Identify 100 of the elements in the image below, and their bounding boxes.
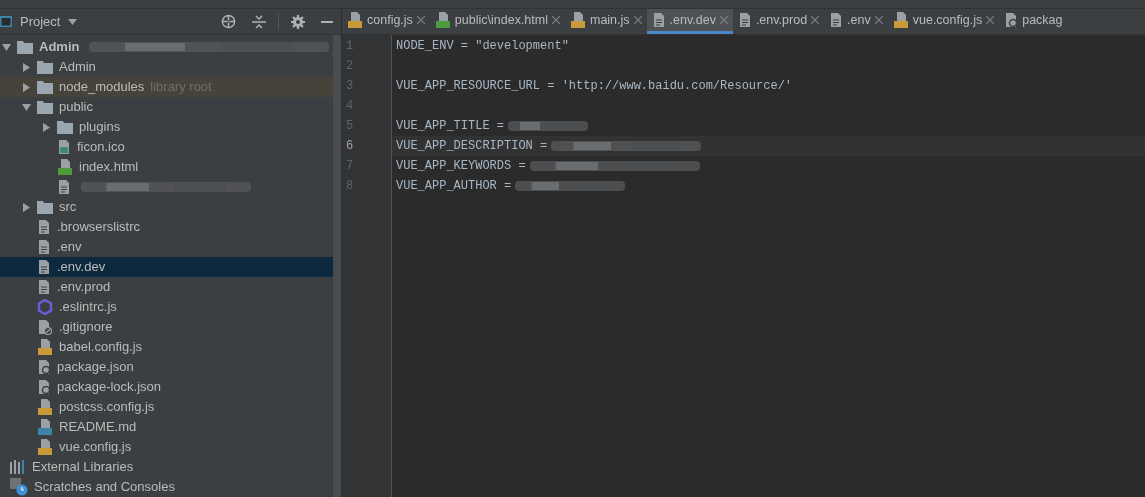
tree-item-label: ficon.ico xyxy=(77,138,125,157)
code-line: VUE_APP_AUTHOR = xyxy=(396,178,512,195)
tree-item[interactable]: External Libraries xyxy=(0,457,333,477)
tree-item[interactable]: src xyxy=(0,197,333,217)
tree-item-label: Admin xyxy=(59,58,96,77)
tree-item-label: vue.config.js xyxy=(59,438,132,457)
folder-icon xyxy=(37,80,53,94)
tree-item[interactable]: public xyxy=(0,97,333,117)
editor-tab[interactable]: main.js xyxy=(564,9,647,34)
collapsed-arrow-icon[interactable] xyxy=(42,122,51,132)
js-file-icon xyxy=(892,12,909,28)
tree-item-label: src xyxy=(59,198,77,217)
tree-item[interactable]: README.md xyxy=(0,417,333,437)
tree-item[interactable]: .gitignore xyxy=(0,317,333,337)
gear-file-icon xyxy=(1004,12,1019,28)
text-file-icon xyxy=(829,12,844,28)
tree-item[interactable]: postcss.config.js xyxy=(0,397,333,417)
tree-item[interactable]: .eslintrc.js xyxy=(0,297,333,317)
tree-item[interactable]: .env xyxy=(0,237,333,257)
code-line: VUE_APP_TITLE = xyxy=(396,118,505,135)
dropdown-caret-icon[interactable] xyxy=(68,18,78,25)
tree-item[interactable]: ficon.ico xyxy=(0,137,333,157)
html-file-icon xyxy=(57,159,73,175)
tree-item-label: .env.prod xyxy=(57,278,111,297)
code-line: VUE_APP_KEYWORDS = xyxy=(396,158,526,175)
expanded-arrow-icon[interactable] xyxy=(22,102,31,112)
js-file-icon xyxy=(37,439,53,455)
tree-item-label: .env.dev xyxy=(57,258,106,277)
tree-item[interactable]: index.html xyxy=(0,157,333,177)
js-file-icon xyxy=(37,339,53,355)
js-file-icon xyxy=(569,12,586,28)
tree-item-label: package-lock.json xyxy=(57,378,162,397)
collapsed-arrow-icon[interactable] xyxy=(22,202,31,212)
folder-icon xyxy=(37,60,53,74)
close-icon[interactable] xyxy=(416,16,425,24)
gear-file-icon xyxy=(37,359,51,375)
editor-tab[interactable]: packag xyxy=(999,9,1068,34)
editor-tab[interactable]: .env xyxy=(824,9,888,34)
expanded-arrow-icon[interactable] xyxy=(2,42,11,52)
close-icon[interactable] xyxy=(986,16,995,24)
tree-item[interactable]: .env.dev xyxy=(0,257,333,277)
text-file-icon xyxy=(37,239,51,255)
tree-item[interactable]: .env.prod xyxy=(0,277,333,297)
js-file-icon xyxy=(347,12,363,28)
text-file-icon xyxy=(37,259,51,275)
console-clock-icon xyxy=(10,478,28,496)
text-file-icon xyxy=(37,279,51,295)
tree-item[interactable]: Scratches and Consoles xyxy=(0,477,333,497)
text-file-icon xyxy=(57,179,71,195)
tree-item-label: node_modules xyxy=(59,78,145,97)
tree-item[interactable]: Admin xyxy=(0,57,333,77)
tree-item-label: Scratches and Consoles xyxy=(34,478,175,497)
tree-item[interactable]: package-lock.json xyxy=(0,377,333,397)
text-file-icon xyxy=(651,12,666,28)
tree-item-label: .gitignore xyxy=(59,318,113,337)
tree-item[interactable]: Admin xyxy=(0,37,333,57)
tree-item[interactable]: package.json xyxy=(0,357,333,377)
close-icon[interactable] xyxy=(874,16,883,24)
text-file-icon xyxy=(737,12,752,28)
tree-item-label: README.md xyxy=(59,418,137,437)
folder-icon xyxy=(37,100,53,114)
bar-chart-icon xyxy=(10,460,26,474)
settings-icon[interactable] xyxy=(291,14,305,29)
tree-item-label: External Libraries xyxy=(32,458,134,477)
code-line: NODE_ENV = "development" xyxy=(396,38,569,55)
scrollbar[interactable] xyxy=(333,35,341,497)
editor-tab[interactable]: public\index.html xyxy=(429,9,565,34)
collapse-all-icon[interactable] xyxy=(252,14,266,29)
editor-tab[interactable]: config.js xyxy=(342,9,430,34)
markdown-file-icon xyxy=(37,419,53,435)
close-icon[interactable] xyxy=(551,16,560,24)
folder-icon xyxy=(17,40,33,54)
tree-item[interactable]: babel.config.js xyxy=(0,337,333,357)
tree-item-label: babel.config.js xyxy=(59,338,143,357)
editor-tab[interactable]: .env.dev xyxy=(646,9,733,34)
tree-item-label: Admin xyxy=(39,38,80,57)
text-file-icon xyxy=(37,219,51,235)
gear-file-icon xyxy=(37,379,51,395)
tree-item[interactable]: plugins xyxy=(0,117,333,137)
code-line: VUE_APP_RESOURCE_URL = 'http://www.baidu.com/Resource/' xyxy=(396,78,793,95)
folder-icon xyxy=(57,120,73,134)
tree-item-label: .env xyxy=(57,238,82,257)
editor-tab[interactable]: .env.prod xyxy=(732,9,825,34)
crosshair-icon[interactable] xyxy=(221,14,236,29)
minimize-icon[interactable] xyxy=(321,20,333,23)
tree-item-label: .browserslistrc xyxy=(57,218,141,237)
code-line: VUE_APP_DESCRIPTION = xyxy=(396,138,548,155)
editor-tab[interactable]: vue.config.js xyxy=(887,9,1000,34)
tree-item[interactable]: .browserslistrc xyxy=(0,217,333,237)
close-icon[interactable] xyxy=(633,16,642,24)
line-number: 6 xyxy=(346,138,354,155)
tree-item-label: package.json xyxy=(57,358,134,377)
js-file-icon xyxy=(37,399,53,415)
image-file-icon xyxy=(57,139,71,155)
panel-title[interactable]: Project xyxy=(20,11,61,32)
ignored-file-icon xyxy=(37,319,53,335)
tree-item-label: plugins xyxy=(79,118,121,137)
folder-icon xyxy=(37,200,53,214)
close-icon[interactable] xyxy=(811,16,820,24)
tree-item[interactable]: vue.config.js xyxy=(0,437,333,457)
